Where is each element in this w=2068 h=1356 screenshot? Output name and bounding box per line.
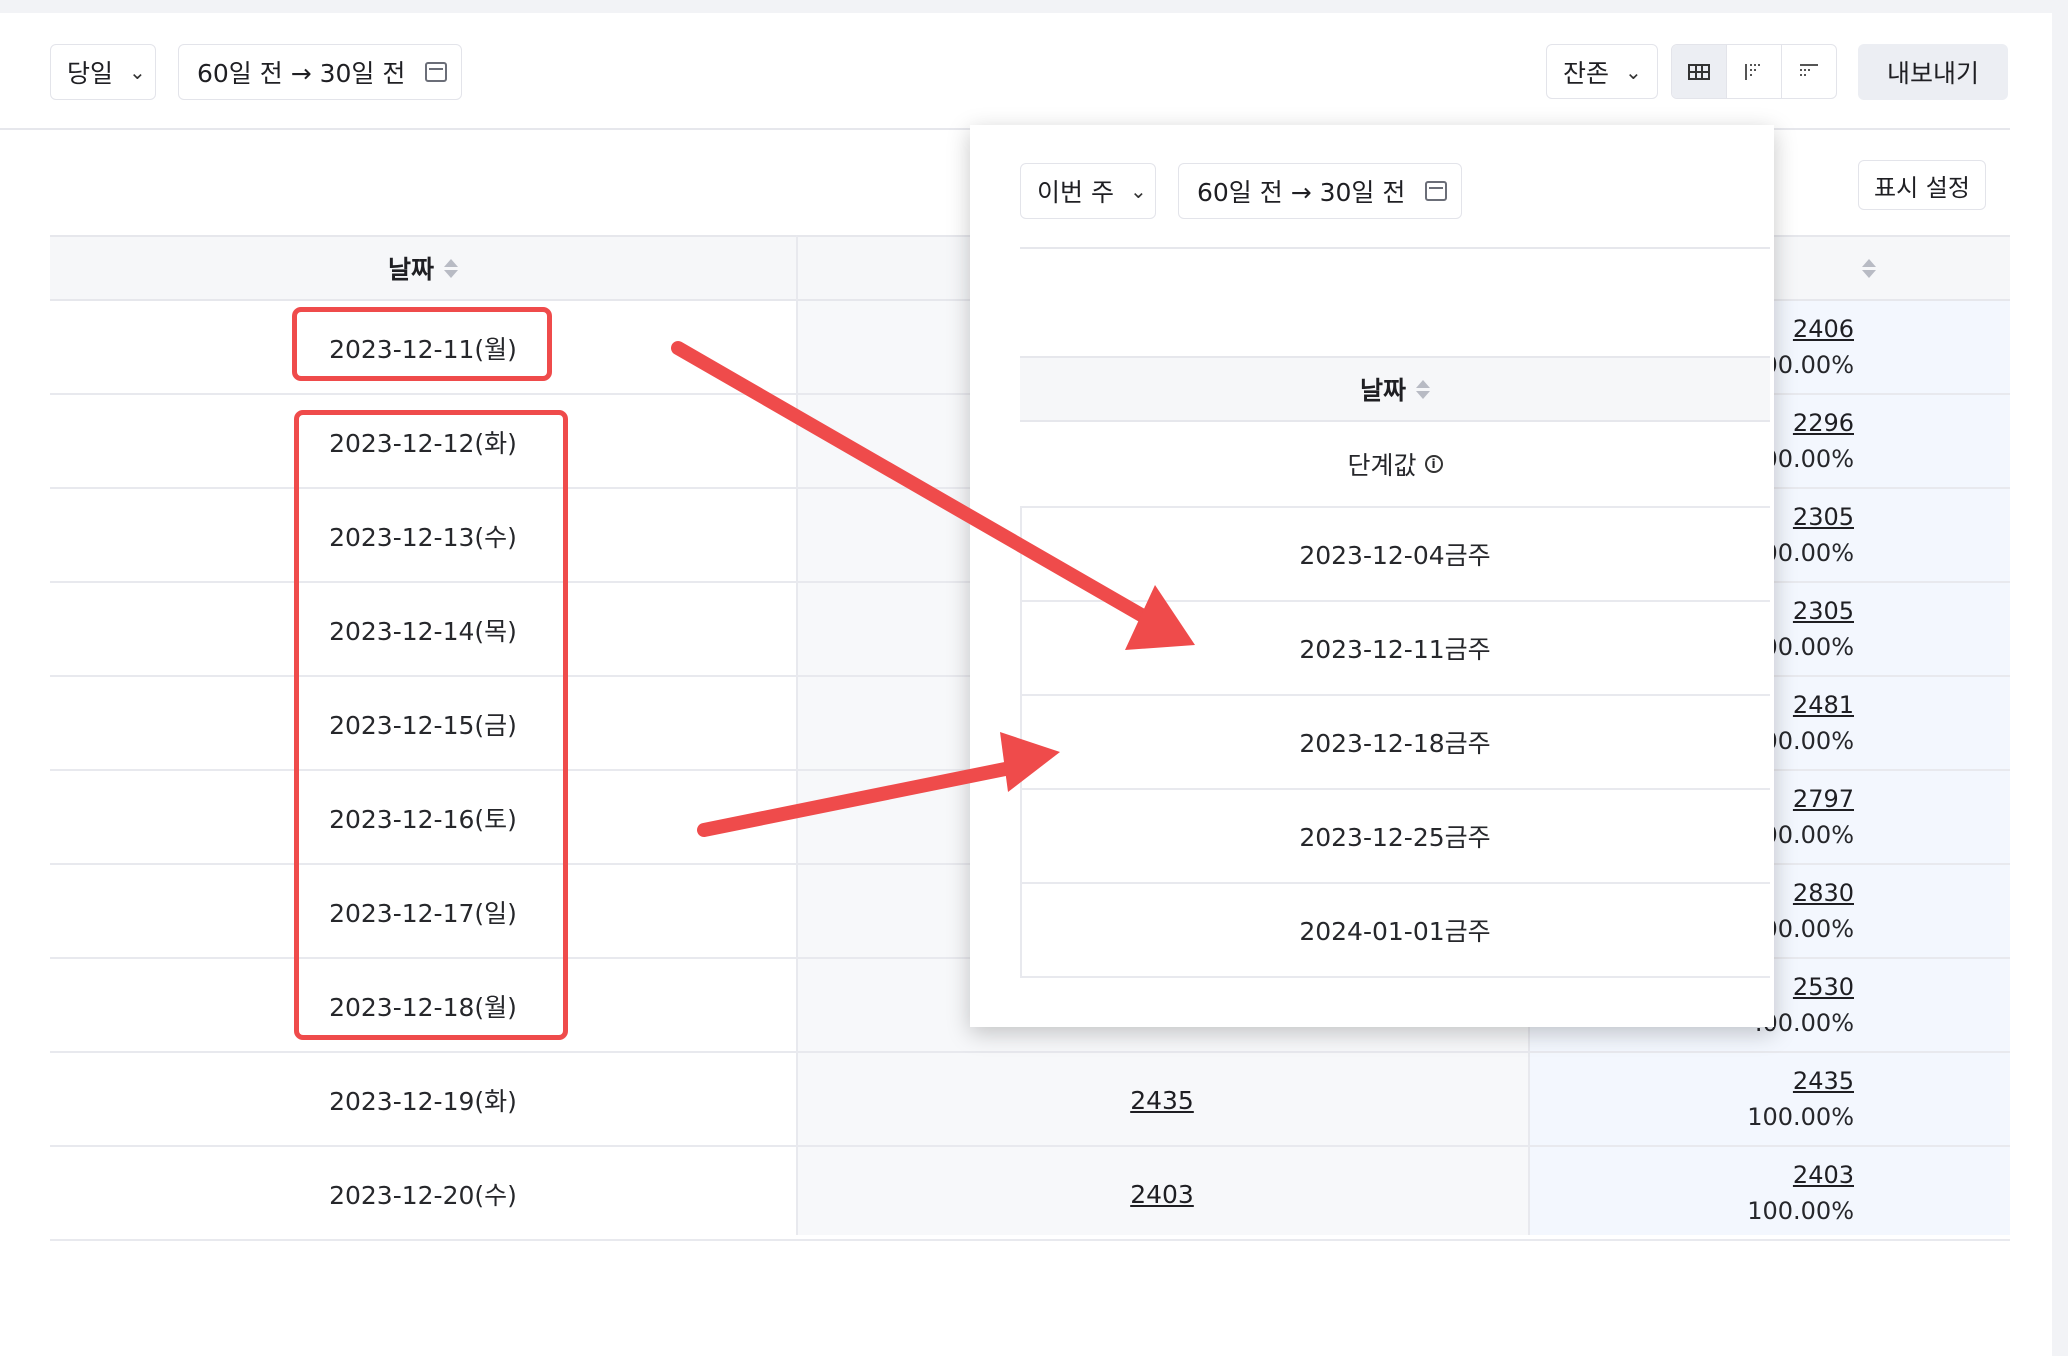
arrow-to-next-week-row: [697, 732, 1060, 837]
annotation-arrows: [671, 341, 1195, 837]
arrow-to-weekly-row: [671, 341, 1195, 650]
